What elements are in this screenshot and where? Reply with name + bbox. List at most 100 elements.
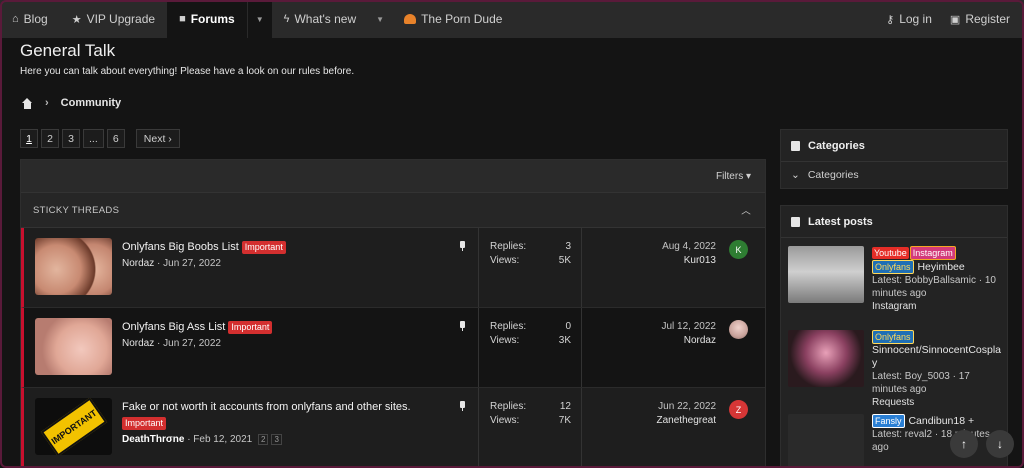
page-1[interactable]: 1: [20, 129, 38, 148]
views-label: Views:: [490, 415, 520, 426]
categories-widget: Categories ⌄ Categories: [780, 129, 1008, 189]
onlyfans-tag: Onlyfans: [872, 260, 914, 274]
thread-thumbnail[interactable]: [35, 238, 112, 295]
whats-new-dropdown-caret[interactable]: ▼: [368, 0, 392, 38]
replies-count: 12: [559, 401, 571, 412]
thread-stats: Replies: 0 Views: 3K: [478, 308, 582, 387]
breadcrumb-community[interactable]: Community: [61, 97, 122, 109]
last-post-date[interactable]: Jul 12, 2022: [584, 320, 717, 334]
post-latest-info: Latest: BobbyBallsamic · 10 minutes ago: [872, 275, 996, 299]
post-thumbnail[interactable]: [788, 414, 864, 468]
thread-title[interactable]: Fake or not worth it accounts from onlyf…: [122, 401, 411, 413]
nav-porn-dude-label: The Porn Dude: [421, 12, 503, 26]
thread-stats: Replies: 3 Views: 5K: [478, 228, 582, 307]
page-ellipsis[interactable]: ...: [83, 129, 104, 148]
post-title[interactable]: Candibun18 +: [908, 415, 974, 427]
comment-icon: [791, 216, 800, 227]
sticky-threads-header[interactable]: STICKY THREADS ︿: [21, 193, 765, 228]
views-label: Views:: [490, 335, 520, 346]
replies-label: Replies:: [490, 321, 527, 332]
page-3[interactable]: 3: [62, 129, 80, 148]
avatar[interactable]: [729, 320, 748, 339]
pagination: 1 2 3 ... 6 Next ›: [20, 129, 180, 148]
replies-count: 3: [565, 241, 571, 252]
thread-author[interactable]: Nordaz: [122, 258, 154, 269]
post-latest-info: Latest: reval2 · 18 minutes ago: [872, 429, 990, 453]
categories-header: Categories: [781, 130, 1007, 162]
sticky-threads-label: STICKY THREADS: [33, 204, 120, 216]
thread-thumbnail[interactable]: IMPORTANT: [35, 398, 112, 455]
page-6[interactable]: 6: [106, 129, 125, 148]
nav-vip-upgrade[interactable]: ★ VIP Upgrade: [60, 0, 167, 38]
login-link[interactable]: ⚷ Log in: [886, 0, 932, 38]
comment-icon: ■: [179, 13, 186, 25]
document-icon: [791, 140, 800, 151]
page-title: General Talk: [20, 41, 116, 60]
post-thumbnail[interactable]: [788, 330, 864, 387]
filters-button[interactable]: Filters ▾: [716, 171, 751, 182]
important-badge: Important: [241, 241, 286, 254]
avatar[interactable]: K: [729, 240, 748, 259]
thread-row[interactable]: IMPORTANT Fake or not worth it accounts …: [21, 388, 765, 468]
latest-posts-widget: Latest posts Youtube Instagram Onlyfans H…: [780, 205, 1008, 468]
post-title[interactable]: Sinnocent/SinnocentCosplay: [872, 344, 1004, 370]
thread-title[interactable]: Onlyfans Big Ass List: [122, 321, 225, 333]
thread-start-date[interactable]: Feb 12, 2021: [193, 434, 252, 445]
last-post-user[interactable]: Zanethegreat: [584, 414, 717, 428]
thread-row[interactable]: Onlyfans Big Ass List Important Nordaz · …: [21, 308, 765, 388]
instagram-tag: Instagram: [909, 246, 956, 260]
categories-item-label: Categories: [807, 169, 859, 181]
thread-title[interactable]: Onlyfans Big Boobs List: [122, 241, 239, 253]
post-title[interactable]: Heyimbee: [917, 261, 964, 273]
key-icon: ⚷: [886, 13, 895, 26]
latest-post-item[interactable]: Onlyfans Sinnocent/SinnocentCosplay Late…: [781, 322, 1007, 408]
nav-forums-label: Forums: [190, 12, 235, 26]
thread-start-date[interactable]: Jun 27, 2022: [163, 258, 221, 269]
last-post-info: Jun 22, 2022 Zanethegreat: [584, 400, 717, 428]
last-post-info: Jul 12, 2022 Nordaz: [584, 320, 717, 348]
nav-vip-label: VIP Upgrade: [86, 12, 156, 26]
next-page-button[interactable]: Next ›: [135, 129, 180, 148]
categories-toggle[interactable]: ⌄ Categories: [781, 162, 1007, 188]
thread-page-3[interactable]: 3: [271, 434, 282, 445]
nav-blog-label: Blog: [23, 12, 48, 26]
clipboard-icon: ▣: [949, 13, 961, 26]
thread-thumbnail[interactable]: [35, 318, 112, 375]
thread-page-2[interactable]: 2: [258, 434, 269, 445]
page-description: Here you can talk about everything! Plea…: [20, 66, 355, 77]
thread-list: Filters ▾ STICKY THREADS ︿ Onlyfans Big …: [20, 159, 766, 468]
thread-row[interactable]: Onlyfans Big Boobs List Important Nordaz …: [21, 228, 765, 308]
last-post-date[interactable]: Aug 4, 2022: [584, 240, 716, 254]
replies-count: 0: [565, 321, 571, 332]
views-count: 5K: [558, 255, 571, 266]
page-2[interactable]: 2: [41, 129, 59, 148]
replies-label: Replies:: [490, 241, 527, 252]
nav-forums[interactable]: ■ Forums: [167, 0, 247, 38]
views-count: 3K: [558, 335, 571, 346]
nav-blog[interactable]: ⌂ Blog: [0, 0, 60, 38]
scroll-top-button[interactable]: ↑: [950, 430, 978, 458]
thread-author[interactable]: DeathThrσne: [122, 434, 184, 445]
home-icon[interactable]: [22, 97, 33, 109]
thread-author[interactable]: Nordaz: [122, 338, 154, 349]
thread-start-date[interactable]: Jun 27, 2022: [163, 338, 221, 349]
post-forum-link[interactable]: Instagram: [872, 300, 1004, 313]
post-thumbnail[interactable]: [788, 246, 864, 303]
last-post-user[interactable]: Kur013: [584, 254, 716, 268]
breadcrumb: › Community: [22, 97, 121, 109]
register-link[interactable]: ▣ Register: [950, 0, 1010, 38]
avatar[interactable]: Z: [729, 400, 748, 419]
forums-dropdown-caret[interactable]: ▼: [246, 0, 272, 38]
important-sign-image: IMPORTANT: [40, 398, 107, 455]
dude-icon: [404, 14, 417, 24]
chevron-up-icon[interactable]: ︿: [741, 203, 751, 217]
last-post-date[interactable]: Jun 22, 2022: [584, 400, 716, 414]
latest-posts-title: Latest posts: [808, 215, 873, 228]
nav-whats-new-label: What's new: [294, 12, 357, 26]
scroll-bottom-button[interactable]: ↓: [986, 430, 1014, 458]
register-label: Register: [965, 12, 1010, 26]
last-post-user[interactable]: Nordaz: [584, 334, 716, 348]
nav-porn-dude[interactable]: The Porn Dude: [392, 0, 514, 38]
latest-post-item[interactable]: Youtube Instagram Onlyfans Heyimbee Lates…: [781, 238, 1007, 322]
nav-whats-new[interactable]: ϟ What's new: [272, 0, 368, 38]
